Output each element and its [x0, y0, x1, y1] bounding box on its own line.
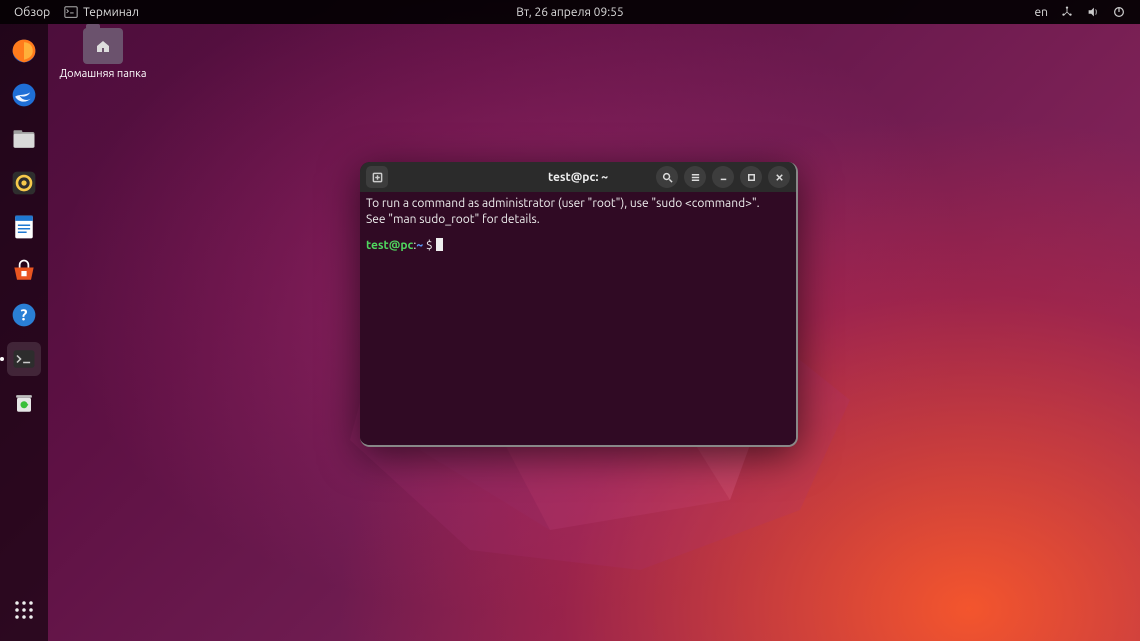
titlebar[interactable]: test@pc: ~	[360, 162, 796, 192]
dock-terminal[interactable]	[7, 342, 41, 376]
dock: ?	[0, 24, 48, 641]
desktop-home-label: Домашняя папка	[58, 68, 148, 80]
prompt-path: ~	[416, 239, 423, 252]
volume-icon[interactable]	[1086, 5, 1100, 19]
power-icon[interactable]	[1112, 5, 1126, 19]
dock-rhythmbox[interactable]	[7, 166, 41, 200]
search-button[interactable]	[656, 166, 678, 188]
dock-trash[interactable]	[7, 386, 41, 420]
close-button[interactable]	[768, 166, 790, 188]
top-bar: Обзор Терминал Вт, 26 апреля 09:55 en	[0, 0, 1140, 24]
terminal-window: test@pc: ~ To run a command as administr…	[360, 162, 798, 447]
motd-line: To run a command as administrator (user …	[366, 197, 760, 210]
input-language-indicator[interactable]: en	[1035, 6, 1048, 19]
dock-help[interactable]: ?	[7, 298, 41, 332]
motd-line: See "man sudo_root" for details.	[366, 213, 540, 226]
prompt-char: $	[426, 239, 433, 252]
menu-button[interactable]	[684, 166, 706, 188]
terminal-icon	[64, 5, 78, 19]
activities-button[interactable]: Обзор	[14, 6, 50, 19]
dock-firefox[interactable]	[7, 34, 41, 68]
dock-writer[interactable]	[7, 210, 41, 244]
show-applications-button[interactable]	[7, 593, 41, 627]
window-title: test@pc: ~	[548, 171, 608, 184]
prompt-line: test@pc:~ $	[366, 238, 790, 254]
prompt-user: test@pc	[366, 239, 413, 252]
maximize-button[interactable]	[740, 166, 762, 188]
svg-text:?: ?	[21, 305, 28, 323]
dock-software[interactable]	[7, 254, 41, 288]
clock[interactable]: Вт, 26 апреля 09:55	[516, 6, 623, 19]
cursor	[436, 238, 443, 251]
desktop-home-folder[interactable]: Домашняя папка	[58, 28, 148, 80]
active-app-menu[interactable]: Терминал	[64, 5, 139, 19]
folder-icon	[83, 28, 123, 64]
terminal-body[interactable]: To run a command as administrator (user …	[360, 192, 796, 445]
dock-thunderbird[interactable]	[7, 78, 41, 112]
network-icon[interactable]	[1060, 5, 1074, 19]
active-app-label: Терминал	[83, 6, 139, 19]
new-tab-button[interactable]	[366, 166, 388, 188]
dock-files[interactable]	[7, 122, 41, 156]
minimize-button[interactable]	[712, 166, 734, 188]
